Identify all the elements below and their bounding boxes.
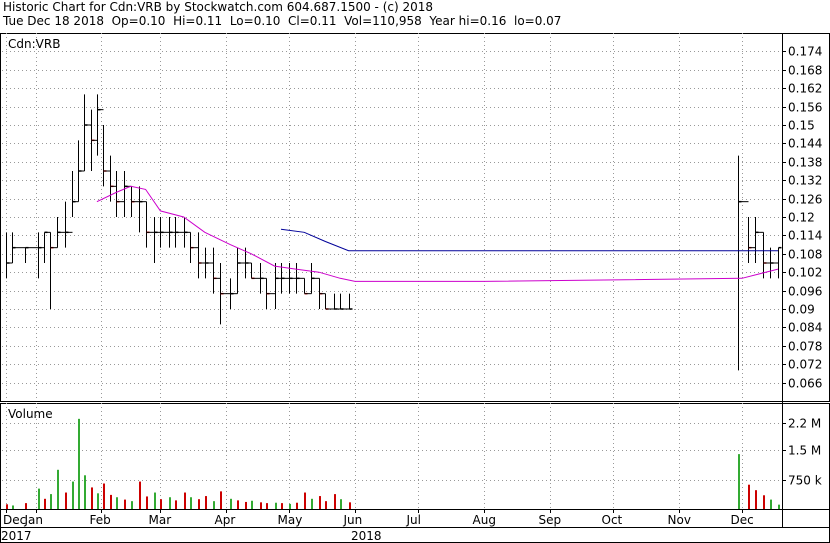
volume-bar [91, 487, 93, 509]
volume-bar [755, 490, 757, 509]
volume-bar [175, 500, 177, 509]
volume-bar [213, 501, 215, 509]
volume-bar [237, 500, 239, 509]
price-tick-label: 0.072 [788, 358, 822, 372]
price-tick-label: 0.084 [788, 321, 822, 335]
volume-bar [763, 495, 765, 509]
volume-bar [139, 481, 141, 509]
volume-bar [251, 500, 253, 509]
volume-bar [12, 505, 14, 509]
year-label: 2017 [1, 529, 32, 543]
volume-bar [340, 499, 342, 509]
month-label: Dec [731, 513, 754, 527]
price-tick-label: 0.078 [788, 340, 822, 354]
month-label: Dec [3, 513, 26, 527]
volume-bar [205, 496, 207, 509]
month-label: Jan [24, 513, 44, 527]
volume-bar [25, 503, 27, 509]
volume-bar [304, 492, 306, 509]
month-label: Sep [539, 513, 562, 527]
volume-tick-label: 1.5 M [788, 444, 821, 458]
volume-bar [319, 496, 321, 509]
volume-bar [184, 492, 186, 509]
volume-bar [220, 491, 222, 509]
volume-bar [84, 475, 86, 509]
volume-bar [169, 497, 171, 509]
volume-panel-title: Volume [8, 407, 53, 421]
volume-bar [78, 418, 80, 509]
volume-bar [311, 498, 313, 509]
volume-bar [738, 454, 740, 509]
volume-bar [770, 499, 772, 509]
volume-tick-label: 750 k [788, 474, 822, 488]
volume-bar [116, 497, 118, 509]
price-tick-label: 0.09 [788, 303, 815, 317]
volume-bar [325, 501, 327, 509]
volume-bar [289, 503, 291, 509]
month-label: Jul [406, 513, 421, 527]
month-label: Feb [90, 513, 111, 527]
month-label: Mar [149, 513, 172, 527]
price-tick-label: 0.096 [788, 285, 822, 299]
price-tick-label: 0.138 [788, 156, 822, 170]
volume-bar [131, 501, 133, 509]
price-tick-label: 0.114 [788, 229, 822, 243]
volume-bar [38, 488, 40, 509]
price-tick-label: 0.174 [788, 45, 822, 59]
volume-bar [6, 504, 8, 509]
moving-average-short [96, 185, 779, 282]
volume-bar [334, 494, 336, 509]
month-label: Apr [215, 513, 236, 527]
volume-bar [103, 483, 105, 509]
volume-bar [72, 481, 74, 509]
month-label: Oct [602, 513, 623, 527]
volume-tick-label: 2.2 M [788, 417, 821, 431]
volume-bar [349, 502, 351, 509]
volume-bar [245, 501, 247, 509]
price-tick-label: 0.12 [788, 211, 815, 225]
year-label: 2018 [351, 529, 382, 543]
month-label: Jun [343, 513, 363, 527]
month-label: Nov [668, 513, 691, 527]
volume-bar [57, 469, 59, 509]
volume-bar [50, 494, 52, 509]
year-axis-frame [0, 527, 830, 543]
volume-bar [260, 502, 262, 509]
price-tick-label: 0.168 [788, 64, 822, 78]
volume-bar [65, 492, 67, 509]
price-tick-label: 0.162 [788, 82, 822, 96]
price-tick-label: 0.156 [788, 101, 822, 115]
price-panel-title: Cdn:VRB [8, 37, 60, 51]
price-tick-label: 0.144 [788, 137, 822, 151]
price-tick-label: 0.126 [788, 193, 822, 207]
month-label: May [278, 513, 303, 527]
price-tick-label: 0.066 [788, 377, 822, 391]
volume-panel-frame [0, 403, 830, 510]
volume-bar [146, 496, 148, 509]
volume-bar [160, 499, 162, 509]
volume-bar [778, 504, 780, 509]
volume-bar [44, 498, 46, 509]
price-tick-label: 0.132 [788, 174, 822, 188]
volume-bar [110, 494, 112, 509]
price-tick-label: 0.102 [788, 266, 822, 280]
volume-bar [124, 499, 126, 509]
volume-bar [748, 484, 750, 509]
volume-bar [266, 503, 268, 509]
volume-bar [230, 498, 232, 509]
volume-bar [154, 492, 156, 509]
month-label: Aug [473, 513, 496, 527]
price-tick-label: 0.15 [788, 119, 815, 133]
moving-average-long [280, 228, 778, 252]
volume-bar [97, 493, 99, 509]
volume-bar [190, 497, 192, 509]
volume-bar [296, 502, 298, 509]
volume-bar [281, 503, 283, 509]
price-tick-label: 0.108 [788, 248, 822, 262]
volume-bar [275, 502, 277, 509]
volume-bar [198, 499, 200, 509]
historic-chart: 0.174 0.168 0.162 0.156 0.15 0.144 0.138 0.132 0… [0, 33, 830, 543]
